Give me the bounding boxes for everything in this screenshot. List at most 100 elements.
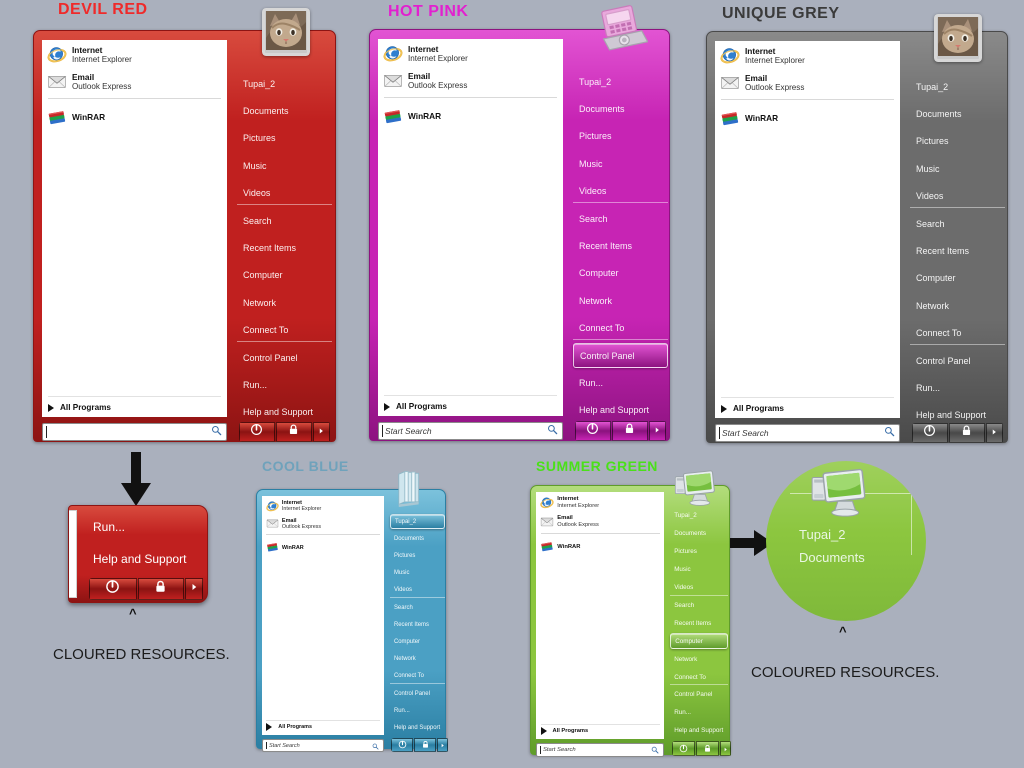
lock-button[interactable] [948,423,985,443]
place-item-search[interactable]: Search [573,206,668,231]
place-item-music[interactable]: Music [910,156,1005,181]
place-item-computer[interactable]: Computer [390,634,445,649]
red-zoom-item-run[interactable]: Run... [93,520,125,534]
program-item[interactable]: WinRAR [379,104,562,130]
place-item-connect-to[interactable]: Connect To [573,316,668,341]
place-item-videos[interactable]: Videos [573,179,668,204]
place-item-videos[interactable]: Videos [670,580,728,596]
green-zoom-item-documents[interactable]: Documents [799,550,865,565]
program-item[interactable]: Internet Internet Explorer [379,41,562,67]
place-item-videos[interactable]: Videos [390,583,445,598]
power-button[interactable] [672,741,695,756]
place-item-control-panel[interactable]: Control Panel [573,343,668,369]
power-options-button[interactable] [184,578,203,600]
place-item-control-panel[interactable]: Control Panel [910,348,1005,373]
place-item-music[interactable]: Music [390,566,445,581]
place-item-documents[interactable]: Documents [573,96,668,121]
power-button[interactable] [89,578,137,600]
place-item-connect-to[interactable]: Connect To [390,669,445,684]
green-zoom-item-tupai-2[interactable]: Tupai_2 [799,527,846,542]
place-item-run[interactable]: Run... [670,705,728,721]
start-search-box-unique-grey[interactable]: Start Search [715,424,900,442]
place-item-documents[interactable]: Documents [670,526,728,542]
user-avatar-summer-green[interactable] [673,466,719,512]
place-item-documents[interactable]: Documents [910,101,1005,126]
place-item-search[interactable]: Search [390,600,445,615]
place-item-computer[interactable]: Computer [910,266,1005,291]
lock-button[interactable] [137,578,184,600]
user-avatar-hot-pink[interactable] [596,3,648,55]
program-item[interactable]: Email Outlook Express [716,70,899,96]
place-item-run[interactable]: Run... [573,370,668,395]
place-item-run[interactable]: Run... [910,375,1005,400]
program-item[interactable]: Email Outlook Express [537,513,663,531]
place-item-pictures[interactable]: Pictures [390,548,445,563]
search-icon[interactable] [884,424,895,442]
place-item-search[interactable]: Search [910,211,1005,236]
search-icon[interactable] [547,422,558,440]
place-item-tupai-2[interactable]: Tupai_2 [910,74,1005,99]
all-programs-button[interactable]: All Programs [266,723,312,732]
red-zoom-item-help-and-support[interactable]: Help and Support [93,552,186,566]
program-item[interactable]: WinRAR [716,106,899,132]
place-item-recent-items[interactable]: Recent Items [390,617,445,632]
power-button[interactable] [575,421,611,441]
program-item[interactable]: Email Outlook Express [379,68,562,94]
start-search-box-summer-green[interactable]: Start Search [536,743,664,757]
place-item-control-panel[interactable]: Control Panel [390,686,445,701]
place-item-search[interactable]: Search [670,598,728,614]
pink-device-icon [596,5,648,55]
place-item-tupai-2[interactable]: Tupai_2 [390,514,445,530]
program-item[interactable]: Internet Internet Explorer [716,43,899,69]
place-item-pictures[interactable]: Pictures [910,129,1005,154]
all-programs-button[interactable]: All Programs [721,404,784,413]
search-icon[interactable] [372,737,379,755]
place-item-control-panel[interactable]: Control Panel [670,687,728,703]
search-icon[interactable] [651,741,659,759]
power-options-button[interactable] [648,421,666,441]
program-item[interactable]: WinRAR [263,539,383,556]
place-item-network[interactable]: Network [573,288,668,313]
place-item-music[interactable]: Music [573,151,668,176]
all-programs-button[interactable]: All Programs [384,402,447,411]
all-programs-button[interactable]: All Programs [540,727,588,736]
start-search-box-cool-blue[interactable]: Start Search [262,739,384,752]
place-item-videos[interactable]: Videos [910,184,1005,209]
power-options-button[interactable] [720,741,731,756]
place-item-network[interactable]: Network [910,293,1005,318]
place-item-connect-to[interactable]: Connect To [910,321,1005,346]
place-item-music[interactable]: Music [670,562,728,578]
place-item-help-and-support[interactable]: Help and Support [670,723,728,739]
place-item-recent-items[interactable]: Recent Items [573,233,668,258]
place-item-computer[interactable]: Computer [670,633,728,650]
lock-button[interactable] [611,421,648,441]
place-item-network[interactable]: Network [390,652,445,667]
place-item-help-and-support[interactable]: Help and Support [573,398,668,423]
user-avatar-cool-blue[interactable] [391,469,429,507]
power-options-button[interactable] [985,423,1003,443]
chevron-right-icon [266,723,273,732]
program-item[interactable]: Email Outlook Express [263,515,383,532]
place-item-pictures[interactable]: Pictures [670,544,728,560]
place-item-help-and-support[interactable]: Help and Support [390,720,445,735]
place-item-recent-items[interactable]: Recent Items [910,238,1005,263]
lock-button[interactable] [414,738,437,752]
place-item-computer[interactable]: Computer [573,261,668,286]
program-item[interactable]: Internet Internet Explorer [537,494,663,512]
program-item[interactable]: WinRAR [537,538,663,556]
place-item-pictures[interactable]: Pictures [573,124,668,149]
power-button[interactable] [391,738,414,752]
place-item-run[interactable]: Run... [390,703,445,718]
place-item-tupai-2[interactable]: Tupai_2 [573,69,668,94]
start-menu-panel-summer-green: Internet Internet Explorer Email Outlook Ex… [530,485,731,757]
place-item-recent-items[interactable]: Recent Items [670,615,728,631]
power-button[interactable] [912,423,948,443]
program-item[interactable]: Internet Internet Explorer [263,498,383,515]
place-item-network[interactable]: Network [670,651,728,667]
user-avatar-unique-grey[interactable] [934,14,982,62]
lock-button[interactable] [696,741,719,756]
power-options-button[interactable] [437,738,448,752]
start-search-box-hot-pink[interactable]: Start Search [378,422,563,440]
place-item-documents[interactable]: Documents [390,531,445,546]
place-item-connect-to[interactable]: Connect To [670,669,728,685]
